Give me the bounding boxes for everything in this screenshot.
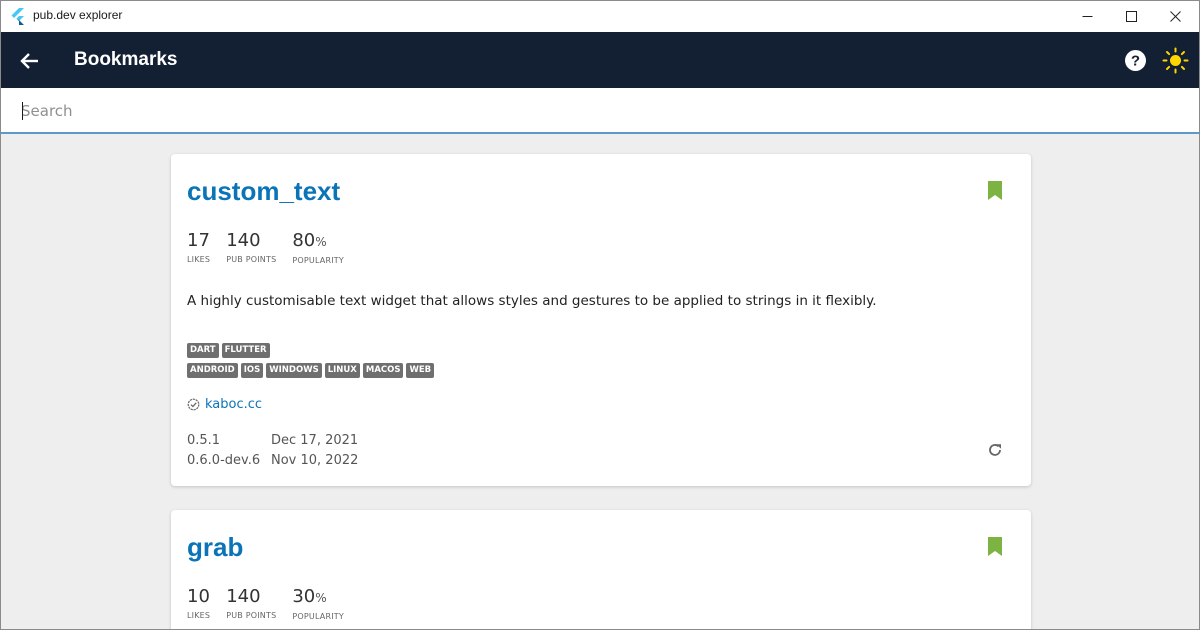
- help-icon[interactable]: ?: [1124, 49, 1147, 72]
- sdk-tag[interactable]: FLUTTER: [221, 343, 270, 358]
- package-name[interactable]: grab: [187, 532, 243, 563]
- pub-points-label: PUB POINTS: [226, 255, 277, 264]
- popularity-number: 80: [292, 230, 316, 251]
- page-title: Bookmarks: [74, 49, 178, 70]
- search-bar: [1, 88, 1199, 134]
- package-stats: 17 LIKES 140 PUB POINTS 80% POPULARITY: [187, 230, 360, 265]
- text-caret: [22, 102, 23, 120]
- likes-stat: 17 LIKES: [187, 230, 210, 265]
- prerelease-version-row: 0.6.0-dev.6 Nov 10, 2022: [187, 453, 358, 473]
- platform-tags: ANDROID IOS WINDOWS LINUX MACOS WEB: [187, 363, 437, 378]
- minimize-button[interactable]: [1064, 1, 1110, 32]
- bookmark-icon[interactable]: [987, 181, 1003, 200]
- svg-text:?: ?: [1131, 53, 1140, 70]
- publisher: kaboc.cc: [187, 397, 262, 412]
- likes-count: 17: [187, 230, 210, 251]
- window-title: pub.dev explorer: [33, 8, 123, 22]
- likes-label: LIKES: [187, 255, 211, 264]
- back-arrow-icon[interactable]: [17, 48, 43, 74]
- close-icon: [1169, 11, 1181, 22]
- popularity-stat: 30% POPULARITY: [292, 586, 344, 621]
- pub-points-count: 140: [226, 586, 261, 607]
- platform-tag[interactable]: MACOS: [362, 363, 404, 378]
- popularity-value: 80%: [292, 230, 344, 253]
- maximize-button[interactable]: [1108, 1, 1154, 32]
- app-window: pub.dev explorer Bookmarks ? Search cust…: [0, 0, 1200, 630]
- platform-tag[interactable]: LINUX: [324, 363, 360, 378]
- maximize-icon: [1125, 11, 1137, 22]
- sdk-tags: DART FLUTTER: [187, 343, 273, 358]
- version-date: Nov 10, 2022: [271, 453, 359, 468]
- package-stats: 10 LIKES 140 PUB POINTS 30% POPULARITY: [187, 586, 360, 621]
- popularity-value: 30%: [292, 586, 344, 609]
- light-mode-sun-icon[interactable]: [1162, 47, 1189, 74]
- platform-tag[interactable]: WINDOWS: [266, 363, 322, 378]
- package-card[interactable]: grab 10 LIKES 140 PUB POINTS 30% POPULAR…: [171, 510, 1031, 629]
- pub-points-stat: 140 PUB POINTS: [226, 586, 276, 621]
- flutter-logo-icon: [11, 8, 24, 25]
- sdk-tag[interactable]: DART: [187, 343, 219, 358]
- likes-count: 10: [187, 586, 210, 607]
- pub-points-label: PUB POINTS: [226, 611, 277, 620]
- popularity-stat: 80% POPULARITY: [292, 230, 344, 265]
- publisher-link[interactable]: kaboc.cc: [205, 397, 262, 412]
- popularity-label: POPULARITY: [292, 612, 344, 621]
- search-input[interactable]: [21, 98, 1181, 124]
- popularity-unit: %: [315, 591, 327, 605]
- version-list: 0.5.1 Dec 17, 2021 0.6.0-dev.6 Nov 10, 2…: [187, 433, 358, 473]
- popularity-label: POPULARITY: [292, 256, 344, 265]
- stable-version-row: 0.5.1 Dec 17, 2021: [187, 433, 358, 453]
- likes-label: LIKES: [187, 611, 211, 620]
- version-number: 0.5.1: [187, 433, 221, 448]
- pub-points-count: 140: [226, 230, 261, 251]
- bookmark-icon[interactable]: [987, 537, 1003, 556]
- package-description: A highly customisable text widget that a…: [187, 293, 877, 309]
- minimize-icon: [1082, 16, 1092, 17]
- version-date: Dec 17, 2021: [271, 433, 359, 448]
- platform-tag[interactable]: WEB: [406, 363, 435, 378]
- version-number: 0.6.0-dev.6: [187, 453, 261, 468]
- platform-tag[interactable]: IOS: [240, 363, 264, 378]
- popularity-number: 30: [292, 586, 316, 607]
- app-bar: Bookmarks ?: [1, 32, 1199, 88]
- title-bar: pub.dev explorer: [1, 1, 1199, 32]
- popularity-unit: %: [315, 235, 327, 249]
- close-button[interactable]: [1152, 1, 1198, 32]
- likes-stat: 10 LIKES: [187, 586, 210, 621]
- verified-publisher-icon: [187, 398, 200, 411]
- platform-tag[interactable]: ANDROID: [187, 363, 238, 378]
- refresh-icon[interactable]: [986, 441, 1004, 459]
- pub-points-stat: 140 PUB POINTS: [226, 230, 276, 265]
- package-name[interactable]: custom_text: [187, 176, 340, 207]
- package-card[interactable]: custom_text 17 LIKES 140 PUB POINTS 80% …: [171, 154, 1031, 486]
